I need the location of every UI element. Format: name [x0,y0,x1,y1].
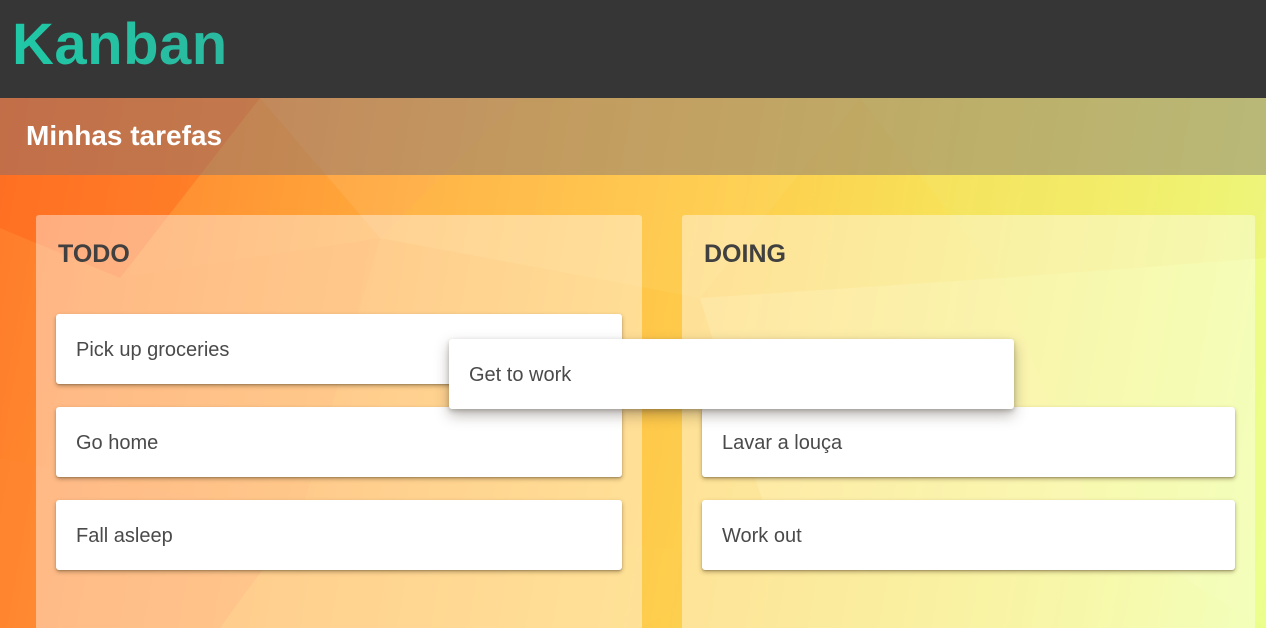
task-card-text: Get to work [469,364,572,386]
board-header: Minhas tarefas [0,98,1266,175]
column-title-doing: DOING [704,240,786,268]
task-card-text: Go home [76,432,159,454]
column-doing: DOING Lavar a louça Work out [682,215,1255,635]
task-card[interactable]: Go home [56,407,622,477]
task-card-text: Lavar a louça [722,432,843,454]
task-card[interactable]: Work out [702,500,1235,570]
task-card-text: Fall asleep [76,525,173,547]
top-navbar: Kanban [0,0,1266,98]
task-card-text: Work out [722,525,802,547]
app-logo[interactable]: Kanban [12,12,228,78]
task-card[interactable]: Lavar a louça [702,407,1235,477]
task-card[interactable]: Fall asleep [56,500,622,570]
task-card-text: Pick up groceries [76,339,230,361]
column-todo: TODO Pick up groceries Go home Fall asle… [36,215,642,635]
board-title: Minhas tarefas [26,120,223,151]
column-title-todo: TODO [58,240,130,268]
dragging-task-card[interactable]: Get to work [449,339,1014,409]
